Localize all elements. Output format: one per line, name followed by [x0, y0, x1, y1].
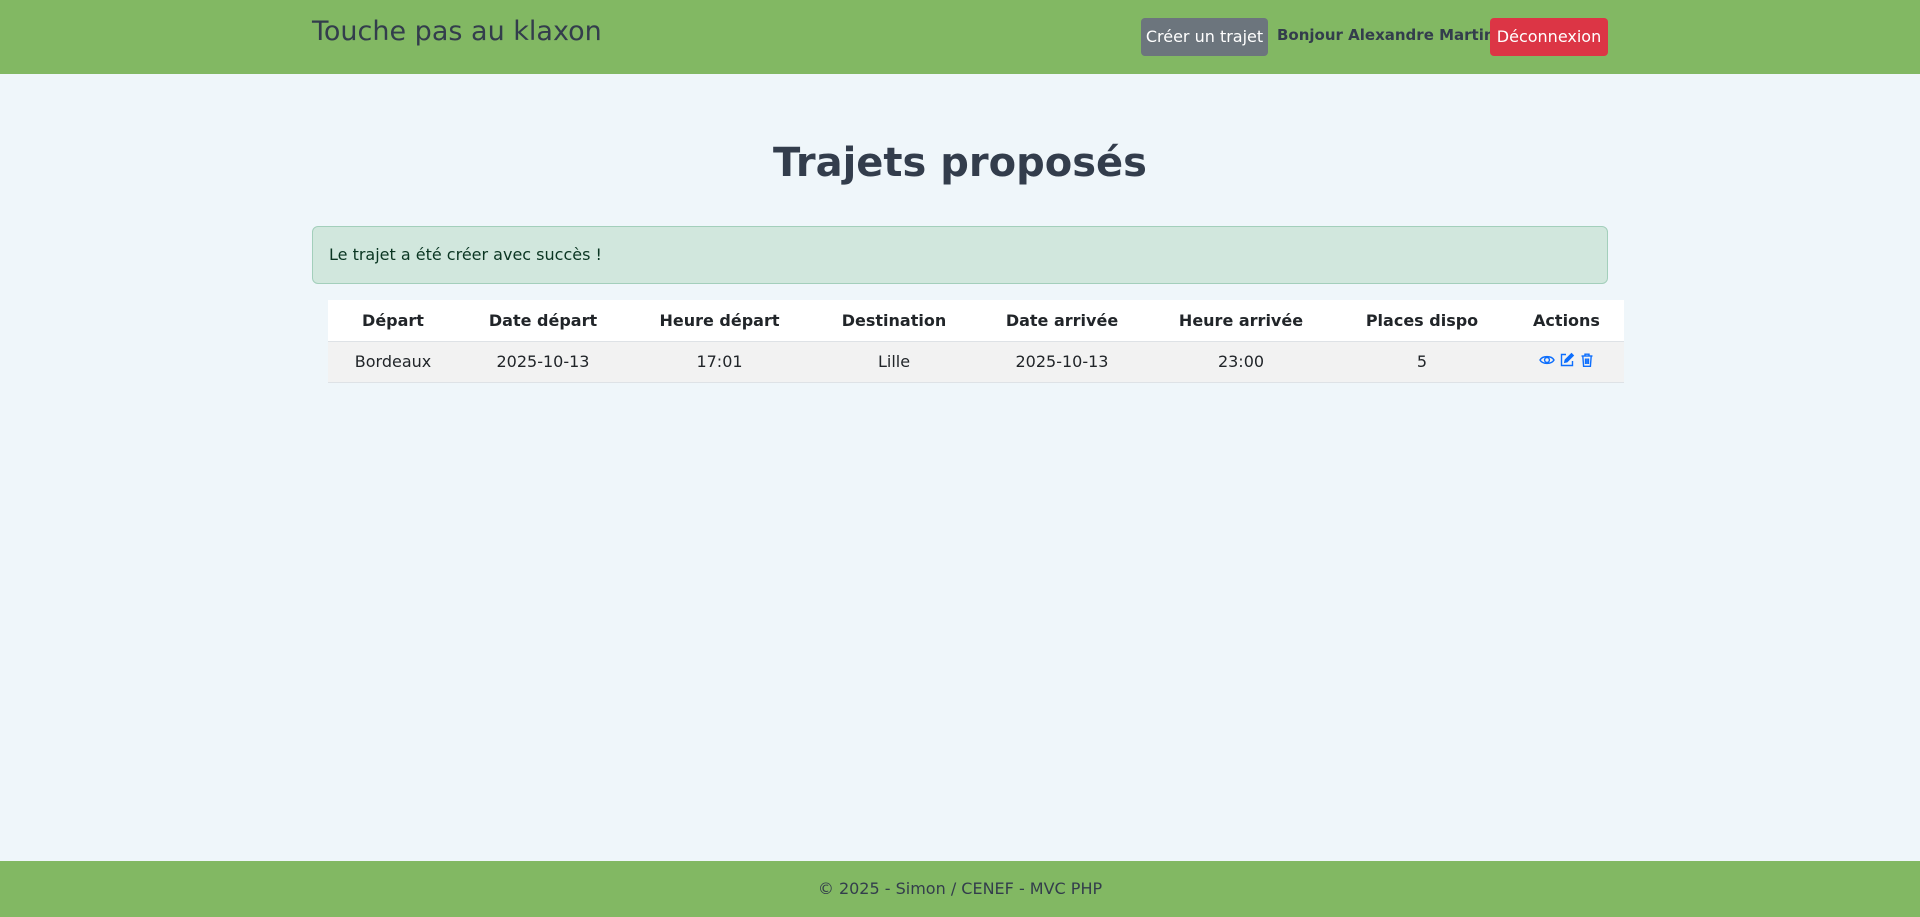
cell-heure-arrivee: 23:00	[1147, 341, 1335, 383]
cell-date-depart: 2025-10-13	[458, 341, 628, 383]
brand-title[interactable]: Touche pas au klaxon	[312, 16, 602, 47]
user-greeting: Bonjour Alexandre Martin	[1277, 26, 1495, 44]
cell-places-dispo: 5	[1335, 341, 1509, 383]
column-header-heure-depart: Heure départ	[628, 300, 811, 342]
table-header-row: Départ Date départ Heure départ Destinat…	[328, 300, 1624, 342]
column-header-heure-arrivee: Heure arrivée	[1147, 300, 1335, 342]
trash-icon[interactable]	[1579, 352, 1595, 368]
create-trip-button[interactable]: Créer un trajet	[1141, 18, 1268, 56]
column-header-date-arrivee: Date arrivée	[977, 300, 1147, 342]
eye-icon[interactable]	[1538, 352, 1555, 368]
cell-depart: Bordeaux	[328, 341, 458, 383]
page-title: Trajets proposés	[772, 140, 1147, 186]
column-header-places-dispo: Places dispo	[1335, 300, 1509, 342]
top-navbar: Touche pas au klaxon Créer un trajet Bon…	[0, 0, 1920, 74]
row-actions	[1538, 352, 1595, 368]
column-header-date-depart: Date départ	[458, 300, 628, 342]
cell-heure-depart: 17:01	[628, 341, 811, 383]
trips-table: Départ Date départ Heure départ Destinat…	[328, 300, 1624, 383]
column-header-destination: Destination	[811, 300, 977, 342]
table-row: Bordeaux 2025-10-13 17:01 Lille 2025-10-…	[328, 341, 1624, 383]
column-header-depart: Départ	[328, 300, 458, 342]
column-header-actions: Actions	[1509, 300, 1624, 342]
cell-actions	[1509, 341, 1624, 383]
edit-icon[interactable]	[1559, 352, 1575, 368]
cell-date-arrivee: 2025-10-13	[977, 341, 1147, 383]
cell-destination: Lille	[811, 341, 977, 383]
success-alert: Le trajet a été créer avec succès !	[312, 226, 1608, 284]
page-footer: © 2025 - Simon / CENEF - MVC PHP	[0, 861, 1920, 917]
logout-button[interactable]: Déconnexion	[1490, 18, 1608, 56]
